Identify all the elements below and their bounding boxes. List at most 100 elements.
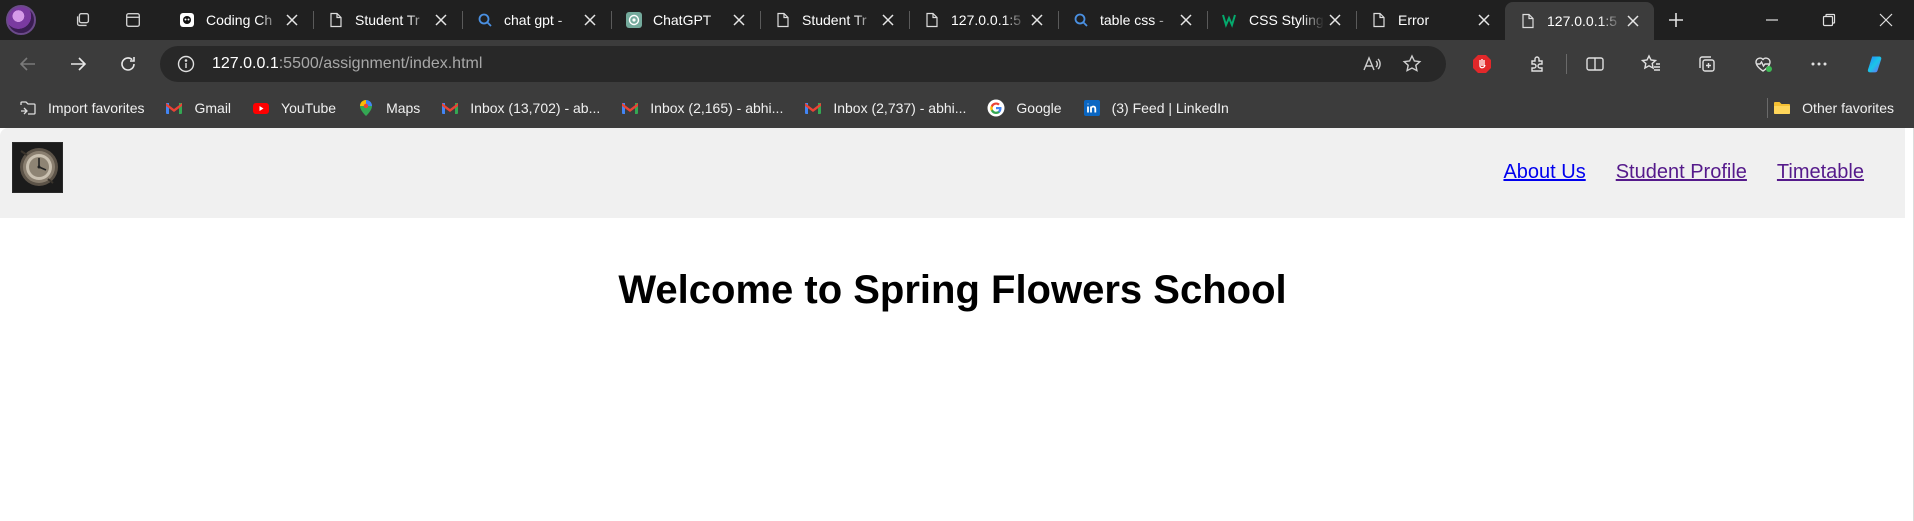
nav-link-student-profile[interactable]: Student Profile [1616,161,1747,184]
close-icon[interactable] [1473,9,1495,31]
tab[interactable]: ChatGPT [611,3,760,37]
tab-title: 127.0.0.1:5 [951,12,1022,28]
bookmark-gmail[interactable]: Gmail [156,94,239,122]
folder-icon [1772,98,1792,118]
page-icon [327,11,345,29]
forward-button[interactable] [56,46,100,82]
tab[interactable]: chat gpt - [462,3,611,37]
search-icon [476,11,494,29]
bookmark-label: Other favorites [1802,100,1894,116]
youtube-icon [251,98,271,118]
bookmark-import-favorites[interactable]: Import favorites [10,94,152,122]
bookmark-label: Gmail [194,100,232,116]
close-icon[interactable] [430,9,452,31]
bookmarks-bar: Import favorites Gmail YouTube Maps Inbo… [0,88,1914,128]
site-nav: About Us Student Profile Timetable [1503,161,1864,184]
more-options-icon[interactable] [1791,46,1847,82]
page-icon [1519,12,1537,30]
bookmark-inbox-2[interactable]: Inbox (2,165) - abhi... [612,94,791,122]
tab-list: Coding Ch Student Tr chat gpt - ChatGPT … [164,0,1654,40]
navigation-bar: 127.0.0.1:5500/assignment/index.html [0,40,1914,88]
tab-title: Coding Ch [206,12,273,28]
close-icon[interactable] [1175,9,1197,31]
bookmark-youtube[interactable]: YouTube [243,94,344,122]
other-favorites[interactable]: Other favorites [1764,94,1902,122]
minimize-button[interactable] [1743,0,1800,40]
close-window-button[interactable] [1857,0,1914,40]
refresh-button[interactable] [106,46,150,82]
tab-title: Error [1398,12,1430,28]
address-bar[interactable]: 127.0.0.1:5500/assignment/index.html [160,46,1446,82]
tab-title: table css - [1100,12,1164,28]
back-button[interactable] [6,46,50,82]
bookmark-google[interactable]: Google [978,94,1069,122]
window-controls [1743,0,1914,40]
copilot-icon[interactable] [1847,46,1903,82]
bookmark-inbox-3[interactable]: Inbox (2,737) - abhi... [795,94,974,122]
google-icon [986,98,1006,118]
nav-link-timetable[interactable]: Timetable [1777,161,1864,184]
url-text[interactable]: 127.0.0.1:5500/assignment/index.html [212,55,482,73]
url-path: :5500/assignment/index.html [278,55,483,72]
close-icon[interactable] [1026,9,1048,31]
tab[interactable]: 127.0.0.1:5 [909,3,1058,37]
bookmark-label: Import favorites [48,100,145,116]
url-host: 127.0.0.1 [212,55,279,72]
tab[interactable]: table css - [1058,3,1207,37]
bookmark-label: Google [1016,100,1062,116]
close-icon[interactable] [281,9,303,31]
bookmark-label: Inbox (2,737) - abhi... [833,100,967,116]
close-icon[interactable] [1324,9,1346,31]
adblock-extension-icon[interactable] [1454,46,1510,82]
read-aloud-icon[interactable] [1352,46,1392,82]
tab[interactable]: Student Tr [313,3,462,37]
favorites-icon[interactable] [1623,46,1679,82]
page-viewport: About Us Student Profile Timetable Welco… [0,128,1914,521]
coding-ninja-icon [178,11,196,29]
tab[interactable]: Coding Ch [164,3,313,37]
browser-essentials-icon[interactable] [1735,46,1791,82]
tab-title: 127.0.0.1:5 [1547,13,1618,29]
extensions-icon[interactable] [1510,46,1566,82]
new-tab-button[interactable] [1654,0,1698,40]
tab-title: chat gpt - [504,12,563,28]
tab[interactable]: Student Tr [760,3,909,37]
tab[interactable]: CSS Styling [1207,3,1356,37]
favorite-star-icon[interactable] [1392,46,1432,82]
tab-strip: Coding Ch Student Tr chat gpt - ChatGPT … [0,0,1914,40]
site-header: About Us Student Profile Timetable [0,128,1905,218]
bookmark-label: Maps [386,100,421,116]
restore-button[interactable] [1800,0,1857,40]
vertical-tabs-icon[interactable] [114,0,152,40]
search-icon [1072,11,1090,29]
page-icon [923,11,941,29]
page-icon [1370,11,1388,29]
bookmark-maps[interactable]: Maps [348,94,428,122]
bookmark-inbox-1[interactable]: Inbox (13,702) - ab... [432,94,608,122]
gmail-icon [164,98,184,118]
profile-avatar[interactable] [6,5,36,35]
close-icon[interactable] [579,9,601,31]
close-icon[interactable] [728,9,750,31]
split-screen-icon[interactable] [1567,46,1623,82]
w3schools-icon [1221,11,1239,29]
gmail-icon [803,98,823,118]
bookmark-label: Inbox (13,702) - ab... [470,100,601,116]
nav-link-about-us[interactable]: About Us [1503,161,1585,184]
close-icon[interactable] [877,9,899,31]
close-icon[interactable] [1622,10,1644,32]
chatgpt-icon [625,11,643,29]
tab-active[interactable]: 127.0.0.1:5 [1505,2,1654,40]
bookmark-label: (3) Feed | LinkedIn [1111,100,1229,116]
tab-title: Student Tr [355,12,420,28]
tab[interactable]: Error [1356,3,1505,37]
bookmark-linkedin[interactable]: (3) Feed | LinkedIn [1074,94,1237,122]
maps-icon [356,98,376,118]
site-info-icon[interactable] [176,54,196,74]
workspaces-icon[interactable] [64,0,102,40]
import-icon [18,98,38,118]
toolbar [1454,46,1903,82]
gmail-icon [440,98,460,118]
tab-title: CSS Styling [1249,12,1324,28]
collections-icon[interactable] [1679,46,1735,82]
